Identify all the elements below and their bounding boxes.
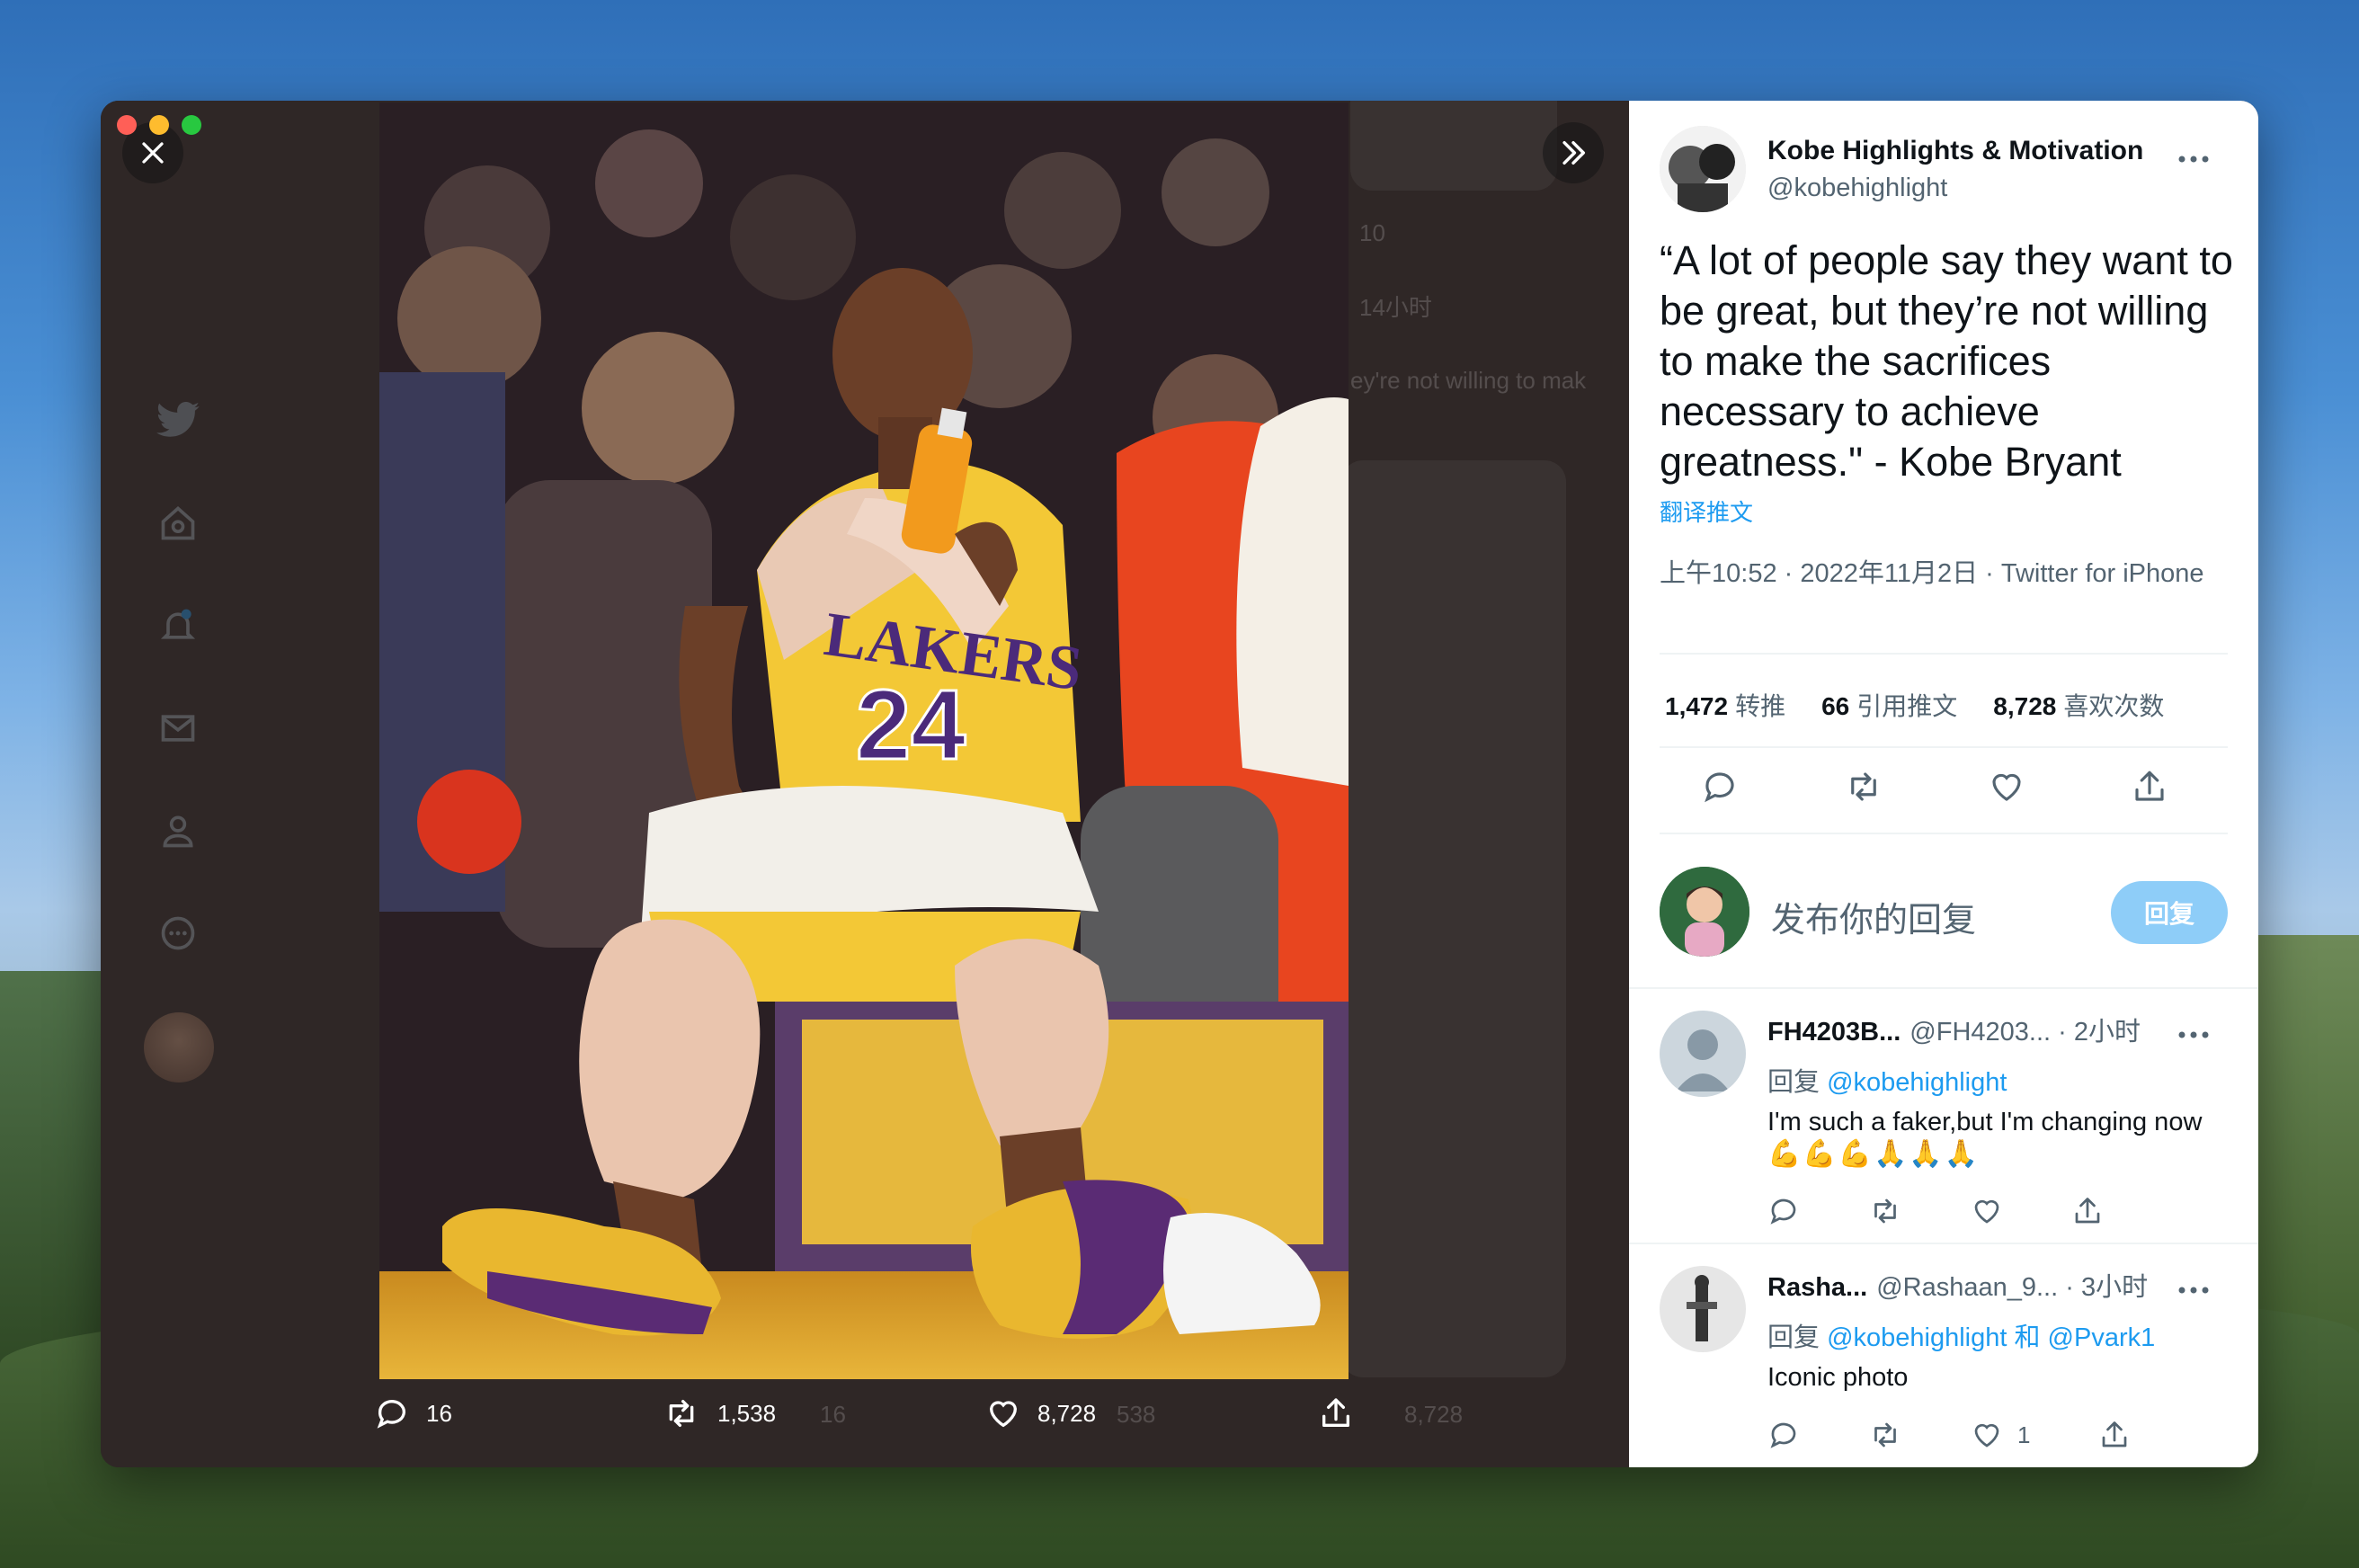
retweet-icon[interactable]	[1868, 1195, 1902, 1227]
jersey-number: 24	[856, 670, 966, 780]
reply-submit-button[interactable]: 回复	[2111, 881, 2228, 944]
retweets-stat[interactable]: 1,472 转推	[1665, 687, 1785, 723]
translate-tweet-link[interactable]: 翻译推文	[1660, 494, 1753, 528]
tweet-text: “A lot of people say they want to be gre…	[1660, 237, 2233, 485]
reply-more-button[interactable]	[2177, 1012, 2210, 1047]
media-like-button[interactable]: 8,728	[985, 1395, 1096, 1431]
background-like-count: 8,728	[1404, 1401, 1464, 1428]
reply-composer: 发布你的回复 回复	[1660, 867, 2228, 966]
media-reply-button[interactable]: 16	[374, 1395, 452, 1431]
author-name: Kobe Highlights & Motivation	[1767, 135, 2144, 165]
heart-icon	[989, 1401, 1018, 1428]
window-minimize-button[interactable]	[149, 115, 169, 135]
reply-to: 回复 @kobehighlight 和 @Pvark1	[1767, 1323, 2156, 1352]
divider	[1629, 987, 2258, 989]
media-action-bar: 16 1,538 8,728	[374, 1395, 1354, 1449]
divider	[1660, 833, 2228, 834]
more-dots-icon	[2178, 156, 2209, 163]
reply-more-button[interactable]	[2177, 1268, 2210, 1303]
background-card	[1341, 460, 1566, 1377]
reply-header: Rasha... @Rashaan_9... · 3小时	[1767, 1273, 2149, 1302]
divider	[1660, 746, 2228, 748]
share-icon	[1322, 1398, 1349, 1427]
background-text: ey're not willing to mak	[1350, 367, 1587, 394]
background-sidebar	[144, 397, 214, 1082]
mention-link[interactable]: @kobehighlight 和 @Pvark1	[1827, 1323, 2155, 1352]
tweet-detail-panel: Kobe Highlights & Motivation @kobehighli…	[1629, 101, 2258, 1467]
media-retweet-button[interactable]: 1,538	[662, 1395, 776, 1431]
twitter-bird-icon	[155, 397, 201, 444]
messages-icon	[155, 705, 201, 752]
tweet-stats: 1,472 转推 66 引用推文 8,728 喜欢次数	[1665, 687, 2164, 723]
author-avatar[interactable]	[1660, 126, 1746, 212]
more-dots-icon	[2178, 1287, 2209, 1294]
media-viewer: 10 14小时 ey're not willing to mak 16 538 …	[101, 101, 1629, 1467]
media-reply-count: 16	[426, 1399, 452, 1427]
tweet-author[interactable]: Kobe Highlights & Motivation @kobehighli…	[1660, 126, 2143, 212]
divider	[1660, 653, 2228, 655]
reply-actions: 1	[1767, 1419, 2235, 1451]
chevrons-right-icon	[1562, 140, 1586, 165]
heart-icon[interactable]	[1971, 1195, 2003, 1227]
heart-icon[interactable]	[1988, 768, 2025, 806]
retweet-icon[interactable]	[1844, 768, 1883, 806]
profile-icon	[155, 807, 201, 854]
retweet-icon[interactable]	[1868, 1419, 1902, 1451]
notifications-bell-icon	[155, 602, 201, 649]
close-icon	[142, 142, 164, 164]
background-card	[1350, 101, 1557, 191]
reply-to: 回复 @kobehighlight	[1767, 1068, 2007, 1097]
share-icon[interactable]	[2098, 1419, 2131, 1451]
tweet-photo[interactable]: LAKERS 24	[379, 102, 1349, 1379]
window-close-button[interactable]	[117, 115, 137, 135]
divider	[1629, 1243, 2258, 1244]
media-retweet-count: 1,538	[717, 1399, 777, 1427]
tweet-more-button[interactable]	[2177, 137, 2210, 172]
app-window: 10 14小时 ey're not willing to mak 16 538 …	[101, 101, 2258, 1467]
reply-input[interactable]: 发布你的回复	[1771, 892, 1976, 941]
reply-avatar[interactable]	[1660, 1011, 1746, 1097]
share-icon[interactable]	[2071, 1195, 2104, 1227]
quotes-stat[interactable]: 66 引用推文	[1821, 687, 1957, 723]
more-dots-icon	[2178, 1031, 2209, 1038]
window-zoom-button[interactable]	[182, 115, 201, 135]
share-icon[interactable]	[2131, 768, 2168, 806]
more-circle-icon	[155, 910, 201, 957]
reply-header: FH4203B... @FH4203... · 2小时	[1767, 1018, 2141, 1047]
reply-actions	[1767, 1195, 2235, 1227]
mention-link[interactable]: @kobehighlight	[1827, 1068, 2007, 1097]
reply-like-button[interactable]: 1	[1971, 1419, 2030, 1451]
photo-illustration: LAKERS 24	[379, 102, 1349, 1379]
reply-bubble-icon[interactable]	[1767, 1419, 1800, 1451]
account-avatar	[144, 1012, 214, 1082]
home-icon	[155, 500, 201, 547]
media-like-count: 8,728	[1037, 1399, 1097, 1427]
heart-icon	[1974, 1423, 1999, 1448]
author-handle: @kobehighlight	[1767, 173, 1948, 202]
reply-text: I'm such a faker,but I'm changing now	[1767, 1108, 2203, 1136]
window-controls	[117, 115, 201, 135]
reply-bubble-icon[interactable]	[1767, 1195, 1800, 1227]
tweet-action-bar	[1701, 768, 2168, 806]
reply-bubble-icon	[377, 1400, 405, 1429]
reply-text: Iconic photo	[1767, 1363, 1909, 1392]
background-like-count: 10	[1359, 219, 1385, 246]
reply-avatar[interactable]	[1660, 1266, 1746, 1352]
media-share-button[interactable]	[1318, 1395, 1354, 1431]
reply-bubble-icon[interactable]	[1701, 768, 1739, 806]
toggle-sidepanel-button[interactable]	[1543, 122, 1604, 183]
tweet-timestamp[interactable]: 上午10:52 · 2022年11月2日 · Twitter for iPhon…	[1660, 556, 2217, 592]
likes-stat[interactable]: 8,728 喜欢次数	[1993, 687, 2164, 723]
retweet-icon	[669, 1400, 694, 1427]
reply-emoji: 💪💪💪🙏🙏🙏	[1767, 1139, 1981, 1169]
composer-avatar	[1660, 867, 1749, 957]
background-time: 14小时	[1359, 294, 1432, 321]
reply-like-count: 1	[2017, 1421, 2031, 1448]
